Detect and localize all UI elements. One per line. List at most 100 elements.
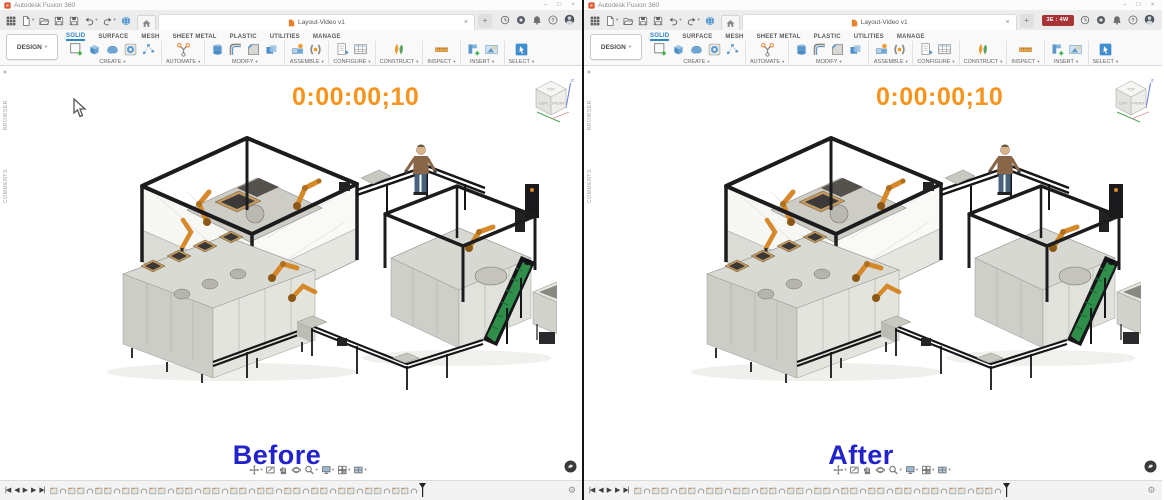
redo-button[interactable]: ▾ (687, 16, 700, 26)
timeline-feature-icon[interactable] (697, 486, 705, 495)
panel-expander[interactable]: » (3, 69, 7, 76)
timeline-feature-icon[interactable] (140, 486, 148, 495)
group-label[interactable]: INSERT (470, 59, 490, 65)
save-button[interactable] (638, 16, 648, 26)
fillet-button[interactable] (811, 41, 828, 58)
timeline-feature-icon[interactable] (194, 486, 202, 495)
save-as-button[interactable] (69, 16, 79, 26)
tab-sheet-metal[interactable]: SHEET METAL (757, 34, 801, 41)
factory-layout-model[interactable] (670, 126, 1142, 398)
create-form-button[interactable] (104, 41, 121, 58)
timeline-feature-icon[interactable] (742, 486, 750, 495)
timeline-feature-icon[interactable] (769, 486, 777, 495)
step-back-button[interactable]: ◀ (598, 487, 603, 494)
timeline-feature-icon[interactable] (104, 486, 112, 495)
file-menu-button[interactable]: ▾ (21, 16, 34, 26)
timeline-feature-icon[interactable] (275, 486, 283, 495)
panel-expander[interactable]: » (587, 69, 591, 76)
timeline-feature-icon[interactable] (158, 486, 166, 495)
timeline-feature-icon[interactable] (383, 486, 391, 495)
create-form-button[interactable] (688, 41, 705, 58)
construct-plane-button[interactable] (974, 41, 991, 58)
timeline-feature-icon[interactable] (832, 486, 840, 495)
timeline-feature-icon[interactable] (940, 486, 948, 495)
joint-button[interactable] (307, 41, 324, 58)
extrude-button[interactable] (670, 41, 687, 58)
tab-manage[interactable]: MANAGE (897, 34, 925, 41)
timeline-feature-icon[interactable] (356, 486, 364, 495)
timeline-feature-icon[interactable] (652, 486, 660, 495)
insert-button[interactable] (1049, 41, 1066, 58)
browser-panel-tab[interactable]: BROWSER (3, 100, 9, 130)
configuration-button[interactable] (918, 41, 935, 58)
timeline-feature-icon[interactable] (814, 486, 822, 495)
timeline-feature-icon[interactable] (706, 486, 714, 495)
app-menu-button[interactable] (590, 16, 600, 26)
freeform-button[interactable] (724, 41, 741, 58)
timeline-feature-icon[interactable] (778, 486, 786, 495)
timeline-feature-icon[interactable] (967, 486, 975, 495)
notifications-button[interactable] (1112, 12, 1122, 30)
timeline-feature-icon[interactable] (886, 486, 894, 495)
combine-button[interactable] (263, 41, 280, 58)
timeline-feature-icon[interactable] (320, 486, 328, 495)
timeline-feature-icon[interactable] (661, 486, 669, 495)
group-label[interactable]: SELECT (1093, 59, 1114, 65)
timeline-feature-icon[interactable] (347, 486, 355, 495)
play-button[interactable]: ▶ (23, 487, 28, 494)
timeline-feature-icon[interactable] (167, 486, 175, 495)
timeline-feature-icon[interactable] (374, 486, 382, 495)
save-button[interactable] (54, 16, 64, 26)
group-label[interactable]: CREATE (683, 59, 705, 65)
press-pull-button[interactable] (209, 41, 226, 58)
timeline-feature-icon[interactable] (643, 486, 651, 495)
group-label[interactable]: CONSTRUCT (380, 59, 415, 65)
timeline-feature-icon[interactable] (904, 486, 912, 495)
workspace-switcher[interactable]: DESIGN ▾ (590, 34, 642, 60)
web-button[interactable] (705, 16, 715, 26)
create-sketch-button[interactable] (68, 41, 85, 58)
document-tab[interactable]: Layout-Video v1 × (741, 14, 1017, 30)
skip-to-end-button[interactable]: ▶| (623, 487, 629, 494)
capture-icon[interactable] (564, 460, 577, 473)
minimize-button[interactable]: – (544, 1, 548, 9)
revolve-button[interactable] (122, 41, 139, 58)
timeline-feature-icon[interactable] (257, 486, 265, 495)
timeline-feature-icon[interactable] (230, 486, 238, 495)
notifications-button[interactable] (532, 12, 542, 30)
tab-manage[interactable]: MANAGE (313, 34, 341, 41)
insert-canvas-button[interactable] (1067, 41, 1084, 58)
display-settings-button[interactable]: ▾ (905, 465, 918, 475)
skip-to-start-button[interactable]: |◀ (589, 487, 595, 494)
timeline-feature-icon[interactable] (239, 486, 247, 495)
file-menu-button[interactable]: ▾ (605, 16, 618, 26)
user-avatar[interactable] (564, 12, 575, 30)
timeline-feature-icon[interactable] (50, 486, 58, 495)
timeline-feature-icon[interactable] (688, 486, 696, 495)
timeline-feature-icon[interactable] (221, 486, 229, 495)
skip-to-end-button[interactable]: ▶| (39, 487, 45, 494)
group-label[interactable]: ASSEMBLE (874, 59, 904, 65)
timeline-playhead[interactable] (1002, 481, 1010, 500)
timeline-feature-icon[interactable] (859, 486, 867, 495)
tab-mesh[interactable]: MESH (725, 34, 743, 41)
select-button[interactable] (1097, 41, 1114, 58)
timeline-feature-icon[interactable] (131, 486, 139, 495)
group-label[interactable]: ASSEMBLE (290, 59, 320, 65)
timeline-feature-icon[interactable] (113, 486, 121, 495)
zoom-button[interactable]: ▾ (889, 465, 902, 475)
timeline-feature-icon[interactable] (311, 486, 319, 495)
redo-button[interactable]: ▾ (103, 16, 116, 26)
timeline-feature-icon[interactable] (86, 486, 94, 495)
orbit-button[interactable] (292, 465, 302, 475)
timeline-feature-icon[interactable] (994, 486, 1002, 495)
timeline-feature-icon[interactable] (985, 486, 993, 495)
home-view-button[interactable] (136, 15, 156, 30)
skip-to-start-button[interactable]: |◀ (5, 487, 11, 494)
timeline-feature-icon[interactable] (77, 486, 85, 495)
timeline-feature-icon[interactable] (796, 486, 804, 495)
extrude-button[interactable] (86, 41, 103, 58)
open-button[interactable] (39, 16, 49, 26)
chamfer-button[interactable] (245, 41, 262, 58)
group-label[interactable]: CREATE (99, 59, 121, 65)
